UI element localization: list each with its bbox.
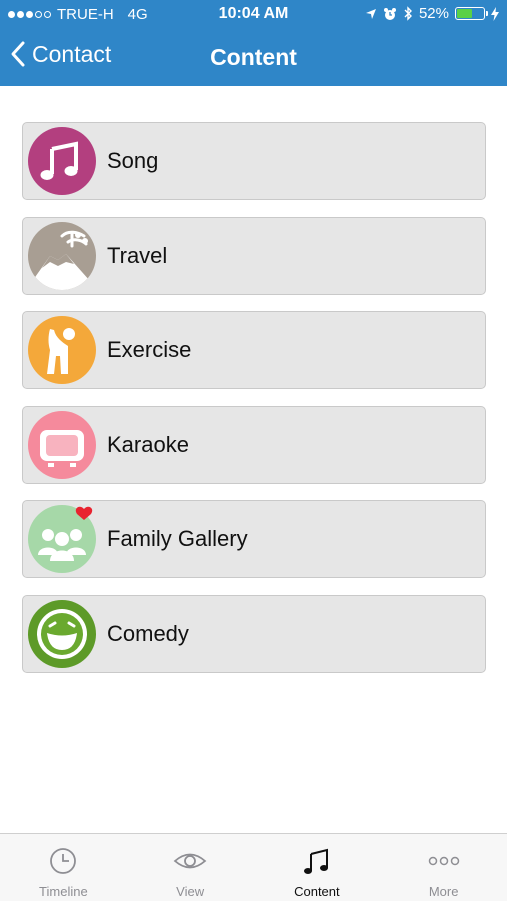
navigation-bar: Contact Content [0,30,507,86]
content-item-label: Exercise [107,337,192,362]
tab-more[interactable]: More [380,834,507,901]
stretching-person-icon [28,316,96,384]
clock-icon [50,848,77,874]
content-item-label: Song [107,148,159,173]
family-heart-icon [28,505,96,573]
battery-percent: 52% [418,5,449,22]
tv-screen-icon [28,410,96,479]
content-item-label: Karaoke [107,431,189,457]
content-item-exercise[interactable]: Exercise [22,311,486,389]
content-item-song[interactable]: Song [22,122,486,200]
app-header: TRUE-H 4G 10:04 AM 52% Contact Content [0,0,507,86]
music-note-icon [28,127,96,195]
charging-bolt-icon [491,6,499,21]
location-arrow-icon [365,8,376,19]
tab-view[interactable]: View [127,834,254,901]
tab-label: View [176,884,205,899]
eye-icon [173,853,207,869]
tab-content[interactable]: Content [254,834,381,901]
back-button-label: Contact [32,40,112,67]
tab-label: More [428,884,459,899]
battery-icon [455,7,488,20]
status-bar: TRUE-H 4G 10:04 AM 52% [0,0,507,30]
content-item-travel[interactable]: Travel [22,216,486,295]
content-item-comedy[interactable]: Comedy [22,594,486,673]
content-item-karaoke[interactable]: Karaoke [22,405,486,484]
alarm-clock-icon [383,7,396,20]
mount-fuji-icon [28,221,96,290]
tab-timeline[interactable]: Timeline [0,834,127,901]
back-button[interactable]: Contact [10,40,111,68]
laughing-face-icon [28,599,96,668]
bluetooth-icon [404,6,412,21]
content-item-label: Comedy [107,620,189,646]
tab-label: Content [294,884,340,899]
content-item-label: Travel [107,242,168,268]
tab-bar: Timeline View Content More [0,833,507,901]
music-notes-icon [303,848,328,874]
content-item-label: Family Gallery [107,526,248,551]
status-right: 52% [365,5,499,22]
tab-label: Timeline [39,884,88,899]
content-item-family-gallery[interactable]: Family Gallery [22,500,486,578]
more-dots-icon [428,856,459,866]
content-list: Song Travel Exercise Karaoke Family Gall… [22,122,486,689]
chevron-left-icon [11,41,25,67]
